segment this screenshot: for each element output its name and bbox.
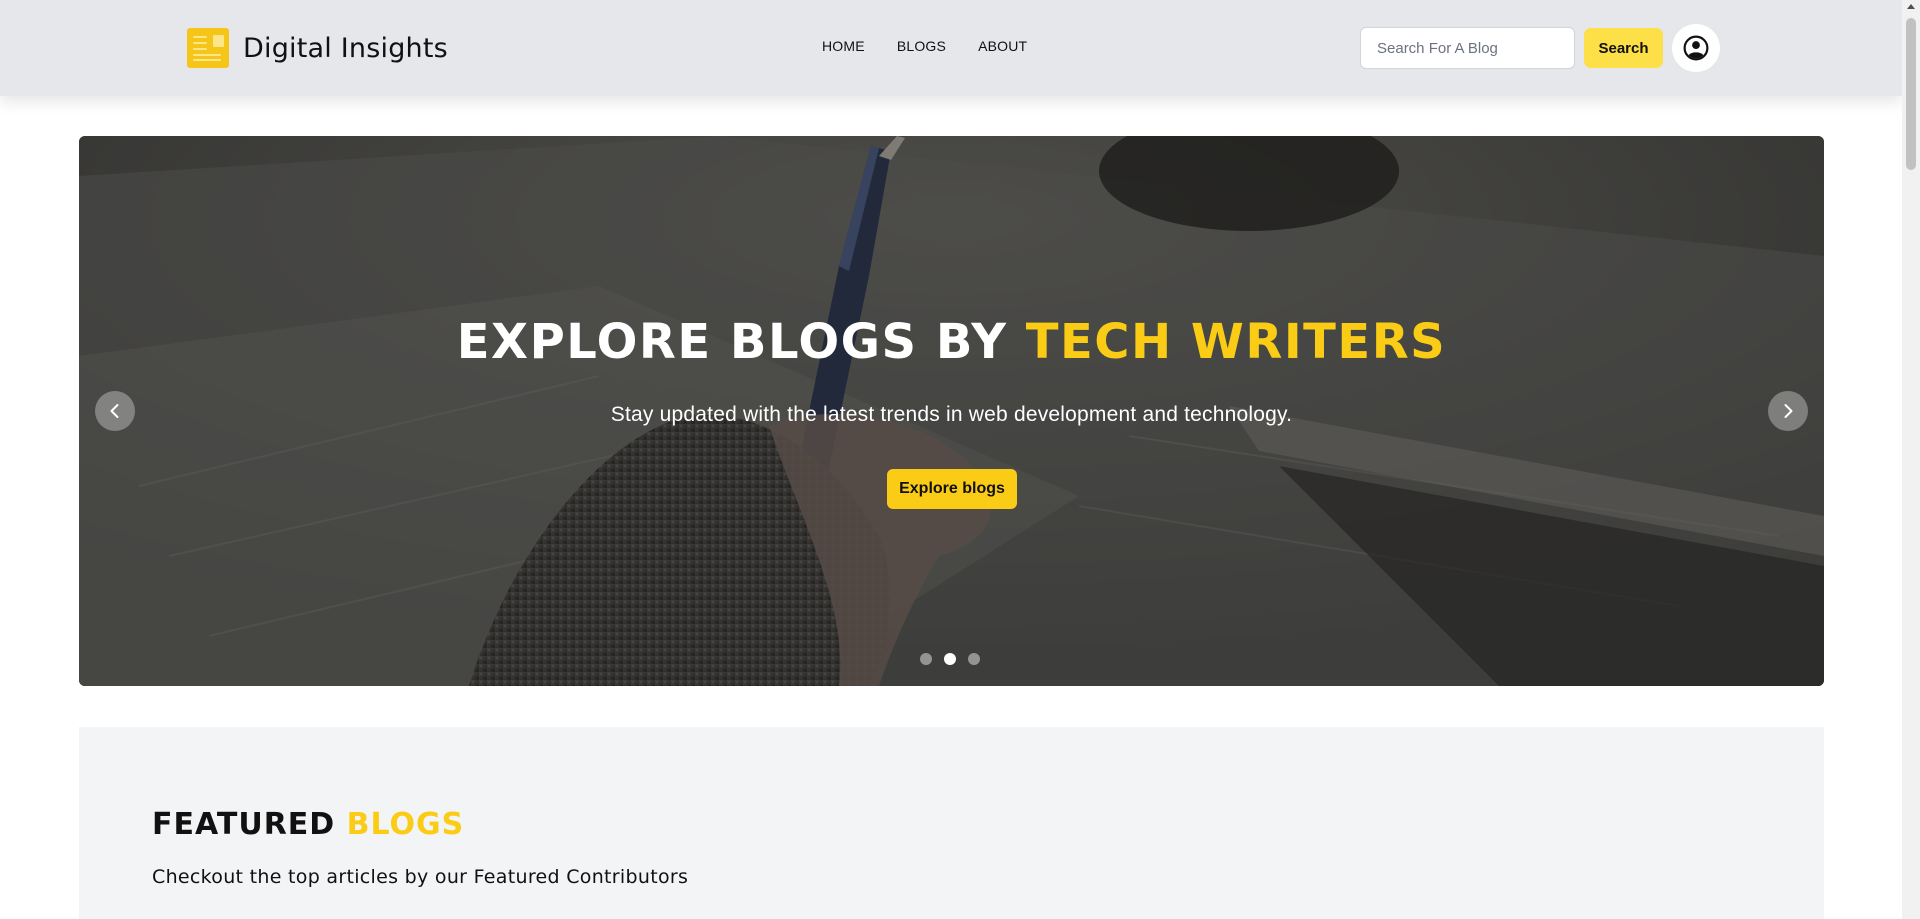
featured-title-accent: BLOGS	[346, 807, 465, 842]
newspaper-logo-icon	[187, 28, 229, 68]
scroll-thumb[interactable]	[1906, 18, 1916, 170]
brand-name: Digital Insights	[243, 32, 448, 64]
hero-carousel: EXPLORE BLOGS BY TECH WRITERS Stay updat…	[79, 136, 1824, 686]
chevron-right-icon	[1784, 404, 1793, 418]
carousel-indicators	[920, 653, 980, 665]
top-navbar: Digital Insights HOME BLOGS ABOUT Search	[0, 0, 1902, 96]
brand[interactable]: Digital Insights	[187, 28, 448, 68]
carousel-dot-3[interactable]	[968, 653, 980, 665]
chevron-left-icon	[110, 404, 119, 418]
user-circle-icon	[1683, 35, 1709, 61]
nav-blogs[interactable]: BLOGS	[897, 38, 946, 54]
scroll-up-arrow-icon[interactable]	[1907, 4, 1915, 9]
carousel-dot-1[interactable]	[920, 653, 932, 665]
nav-about[interactable]: ABOUT	[978, 38, 1027, 54]
page-scrollbar[interactable]	[1902, 0, 1920, 919]
search-button[interactable]: Search	[1584, 28, 1663, 68]
carousel-prev-button[interactable]	[95, 391, 135, 431]
carousel-next-button[interactable]	[1768, 391, 1808, 431]
profile-button[interactable]	[1672, 24, 1720, 72]
featured-subtitle: Checkout the top articles by our Feature…	[152, 866, 689, 888]
featured-section: FEATURED BLOGS Checkout the top articles…	[79, 727, 1824, 919]
hero-title-accent: TECH WRITERS	[1025, 314, 1447, 370]
search-input[interactable]	[1360, 27, 1575, 69]
hero-title: EXPLORE BLOGS BY TECH WRITERS	[79, 314, 1824, 370]
explore-blogs-button[interactable]: Explore blogs	[887, 469, 1017, 509]
page: Digital Insights HOME BLOGS ABOUT Search	[0, 0, 1920, 919]
featured-title-main: FEATURED	[152, 807, 347, 842]
main-nav: HOME BLOGS ABOUT	[822, 38, 1027, 54]
hero-title-main: EXPLORE BLOGS BY	[456, 314, 1026, 370]
nav-home[interactable]: HOME	[822, 38, 865, 54]
carousel-dot-2[interactable]	[944, 653, 956, 665]
featured-title: FEATURED BLOGS	[152, 807, 464, 842]
hero-subtitle: Stay updated with the latest trends in w…	[610, 403, 1293, 426]
